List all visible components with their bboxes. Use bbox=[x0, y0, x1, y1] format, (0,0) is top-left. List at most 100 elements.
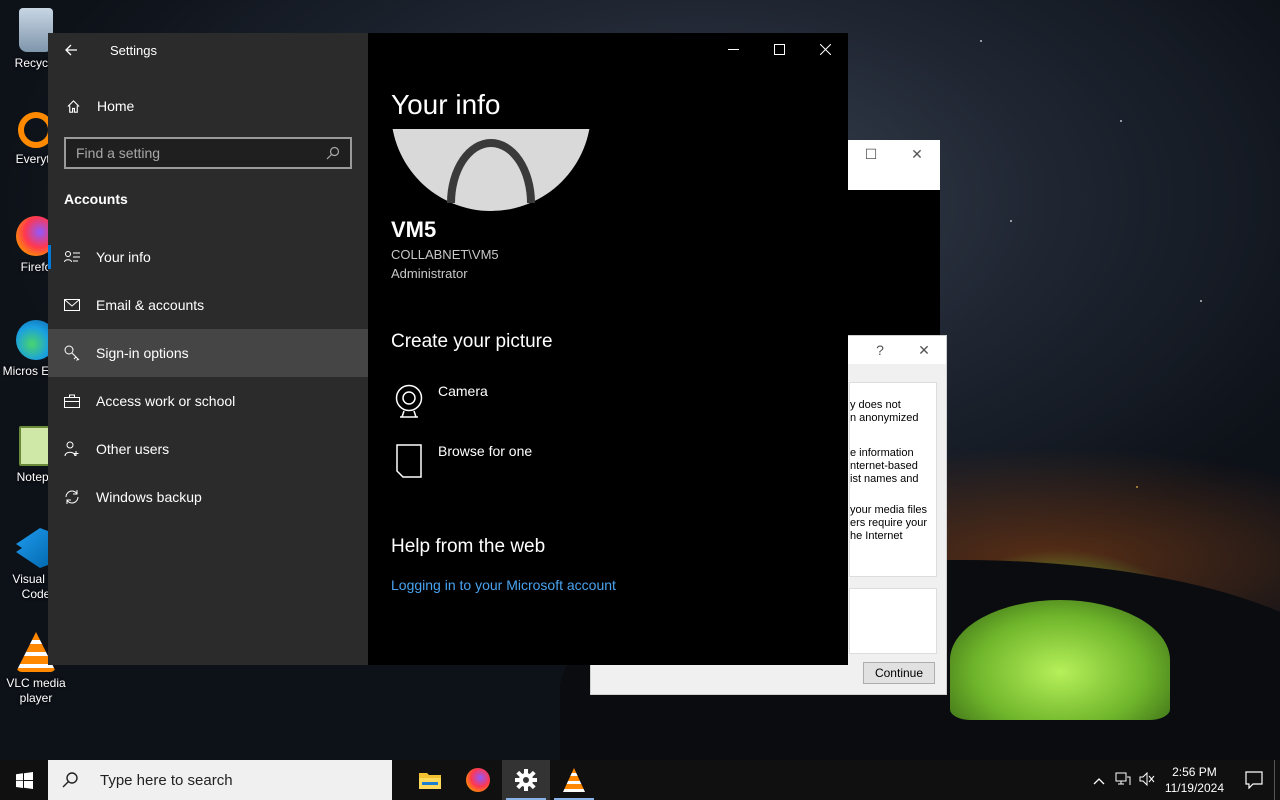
browse-action[interactable]: Browse for one bbox=[391, 443, 532, 483]
window-titlebar: ☐ ✕ bbox=[848, 140, 940, 190]
dialog-text: n anonymized bbox=[850, 412, 919, 424]
clock-time: 2:56 PM bbox=[1172, 765, 1217, 779]
nav-item-label: Access work or school bbox=[96, 393, 236, 409]
user-name: VM5 bbox=[391, 217, 437, 242]
taskbar-search-placeholder: Type here to search bbox=[100, 771, 233, 789]
back-button[interactable] bbox=[48, 33, 94, 67]
notification-icon bbox=[1245, 771, 1263, 789]
dialog-text: ers require your bbox=[850, 517, 928, 529]
mail-icon bbox=[64, 297, 80, 313]
show-desktop-button[interactable] bbox=[1274, 760, 1280, 800]
back-arrow-icon bbox=[65, 44, 77, 56]
home-label: Home bbox=[97, 98, 135, 114]
file-icon bbox=[391, 443, 427, 479]
briefcase-icon bbox=[64, 393, 80, 409]
minimize-button[interactable] bbox=[710, 33, 756, 65]
continue-button[interactable]: Continue bbox=[863, 662, 935, 684]
search-icon[interactable] bbox=[326, 146, 340, 160]
dialog-text-panel: y does not n anonymized e information nter… bbox=[849, 382, 937, 577]
close-icon bbox=[819, 43, 831, 55]
nav-item-your-info[interactable]: Your info bbox=[48, 233, 368, 281]
taskbar-settings[interactable] bbox=[502, 760, 550, 800]
person-list-icon bbox=[64, 249, 80, 265]
help-icon[interactable]: ? bbox=[865, 336, 895, 364]
find-setting-input[interactable] bbox=[76, 145, 326, 161]
dialog-text: nternet-based bbox=[850, 460, 918, 472]
nav-item-label: Windows backup bbox=[96, 489, 202, 505]
star bbox=[1120, 120, 1122, 122]
notification-center-button[interactable] bbox=[1234, 760, 1274, 800]
create-picture-heading: Create your picture bbox=[391, 331, 553, 352]
settings-gear-icon bbox=[515, 769, 537, 791]
add-person-icon bbox=[64, 441, 80, 457]
search-icon bbox=[62, 772, 78, 788]
user-role: Administrator bbox=[391, 266, 468, 281]
minimize-icon bbox=[727, 48, 739, 50]
settings-sidebar: Settings Home Accounts Your info bbox=[48, 33, 368, 665]
dialog-text: your media files bbox=[850, 504, 928, 516]
windows-logo-icon bbox=[15, 771, 33, 789]
volume-muted-icon[interactable] bbox=[1135, 771, 1159, 789]
dialog-empty-panel bbox=[849, 588, 937, 654]
settings-window[interactable]: Settings Home Accounts Your info bbox=[48, 33, 848, 665]
nav-item-email-accounts[interactable]: Email & accounts bbox=[48, 281, 368, 329]
vlc-icon bbox=[563, 768, 585, 792]
key-icon bbox=[64, 345, 80, 361]
settings-titlebar: Settings bbox=[48, 33, 368, 67]
nav-item-windows-backup[interactable]: Windows backup bbox=[48, 473, 368, 521]
settings-main-pane: Your info VM5 COLLABNET\VM5 Administrato… bbox=[368, 33, 848, 665]
maximize-icon[interactable]: ☐ bbox=[856, 140, 886, 168]
dialog-text: ist names and bbox=[850, 473, 919, 485]
taskbar-firefox[interactable] bbox=[454, 760, 502, 800]
find-setting-search-box[interactable] bbox=[64, 137, 352, 169]
camera-label: Camera bbox=[438, 383, 488, 399]
dialog-text: e information bbox=[850, 447, 914, 459]
window-controls bbox=[710, 33, 848, 65]
browse-label: Browse for one bbox=[438, 443, 533, 459]
star bbox=[980, 40, 982, 42]
clock-date: 11/19/2024 bbox=[1164, 781, 1224, 795]
start-button[interactable] bbox=[0, 760, 48, 800]
network-icon[interactable] bbox=[1111, 772, 1135, 789]
nav-item-label: Other users bbox=[96, 441, 170, 457]
sync-icon bbox=[64, 489, 80, 505]
help-from-web-heading: Help from the web bbox=[391, 536, 546, 557]
dialog-text: he Internet bbox=[850, 530, 903, 542]
nav-item-sign-in-options[interactable]: Sign-in options bbox=[48, 329, 368, 377]
maximize-icon bbox=[773, 43, 785, 55]
close-icon[interactable]: ✕ bbox=[902, 140, 932, 168]
star bbox=[1200, 300, 1202, 302]
chevron-up-icon[interactable] bbox=[1087, 773, 1111, 788]
accounts-nav-list: Your info Email & accounts Sign-in optio… bbox=[48, 233, 368, 521]
home-icon bbox=[65, 98, 81, 114]
camera-icon bbox=[391, 383, 427, 419]
nav-item-label: Your info bbox=[96, 249, 151, 265]
taskbar-file-explorer[interactable] bbox=[406, 760, 454, 800]
close-button[interactable] bbox=[802, 33, 848, 65]
home-nav-item[interactable]: Home bbox=[48, 86, 368, 126]
system-clock[interactable]: 2:56 PM 11/19/2024 bbox=[1165, 764, 1224, 796]
firefox-icon bbox=[466, 768, 490, 792]
nav-item-access-work-school[interactable]: Access work or school bbox=[48, 377, 368, 425]
page-title: Your info bbox=[391, 89, 501, 120]
section-heading-accounts: Accounts bbox=[64, 191, 128, 207]
taskbar-search-box[interactable]: Type here to search bbox=[48, 760, 392, 800]
maximize-button[interactable] bbox=[756, 33, 802, 65]
system-tray: 2:56 PM 11/19/2024 bbox=[1087, 760, 1280, 800]
nav-item-label: Sign-in options bbox=[96, 345, 189, 361]
glowing-tent bbox=[950, 600, 1170, 720]
desktop-icon-label: VLC media player bbox=[6, 676, 66, 705]
user-avatar bbox=[391, 129, 591, 211]
nav-item-label: Email & accounts bbox=[96, 297, 205, 313]
nav-item-other-users[interactable]: Other users bbox=[48, 425, 368, 473]
taskbar-vlc[interactable] bbox=[550, 760, 598, 800]
camera-action[interactable]: Camera bbox=[391, 383, 488, 423]
star bbox=[1136, 486, 1138, 488]
file-explorer-icon bbox=[419, 773, 441, 789]
app-title: Settings bbox=[110, 42, 157, 58]
help-link-microsoft-account[interactable]: Logging in to your Microsoft account bbox=[391, 577, 616, 593]
background-window[interactable]: ☐ ✕ bbox=[848, 140, 940, 335]
dialog-text: y does not bbox=[850, 399, 901, 411]
close-icon[interactable]: ✕ bbox=[909, 336, 939, 364]
taskbar: Type here to search 2:56 PM 11/19/2024 bbox=[0, 760, 1280, 800]
